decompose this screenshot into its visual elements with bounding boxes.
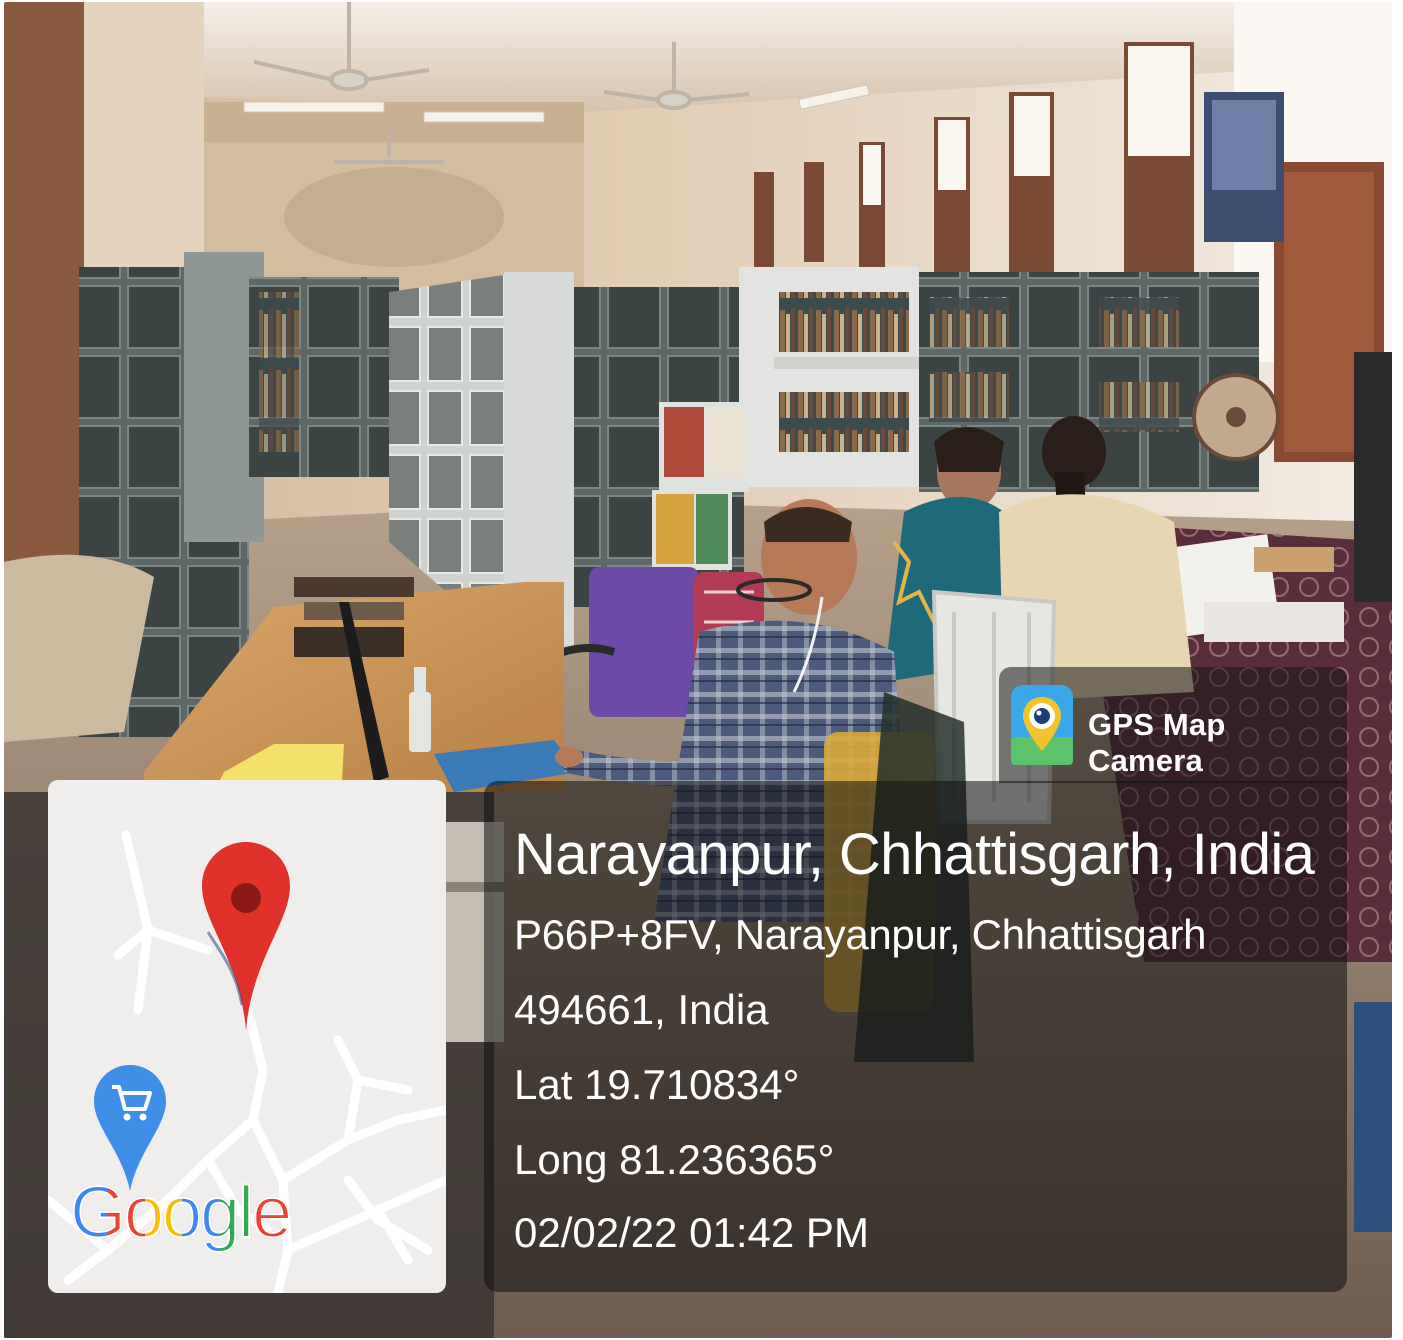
- gps-map-camera-logo-icon: [1011, 685, 1073, 765]
- google-logo-text: Google: [69, 1172, 293, 1254]
- location-info-panel: Narayanpur, Chhattisgarh, India P66P+8FV…: [484, 781, 1347, 1292]
- longitude-readout: Long 81.236365°: [514, 1136, 835, 1183]
- address-line-1: P66P+8FV, Narayanpur, Chhattisgarh: [514, 911, 1207, 958]
- app-name-label: GPS Map Camera: [1088, 707, 1226, 778]
- location-title: Narayanpur, Chhattisgarh, India: [514, 822, 1315, 887]
- latitude-readout: Lat 19.710834°: [514, 1061, 800, 1108]
- map-pin-icon: [202, 842, 290, 1030]
- app-brand-tab: GPS Map Camera: [999, 667, 1347, 783]
- address-line-2: 494661, India: [514, 986, 769, 1033]
- photo-frame: GPS Map Camera Narayanpur, Chhattisgarh,…: [0, 0, 1403, 1340]
- google-logo: Google: [69, 1172, 293, 1254]
- datetime-stamp: 02/02/22 01:42 PM: [514, 1209, 869, 1256]
